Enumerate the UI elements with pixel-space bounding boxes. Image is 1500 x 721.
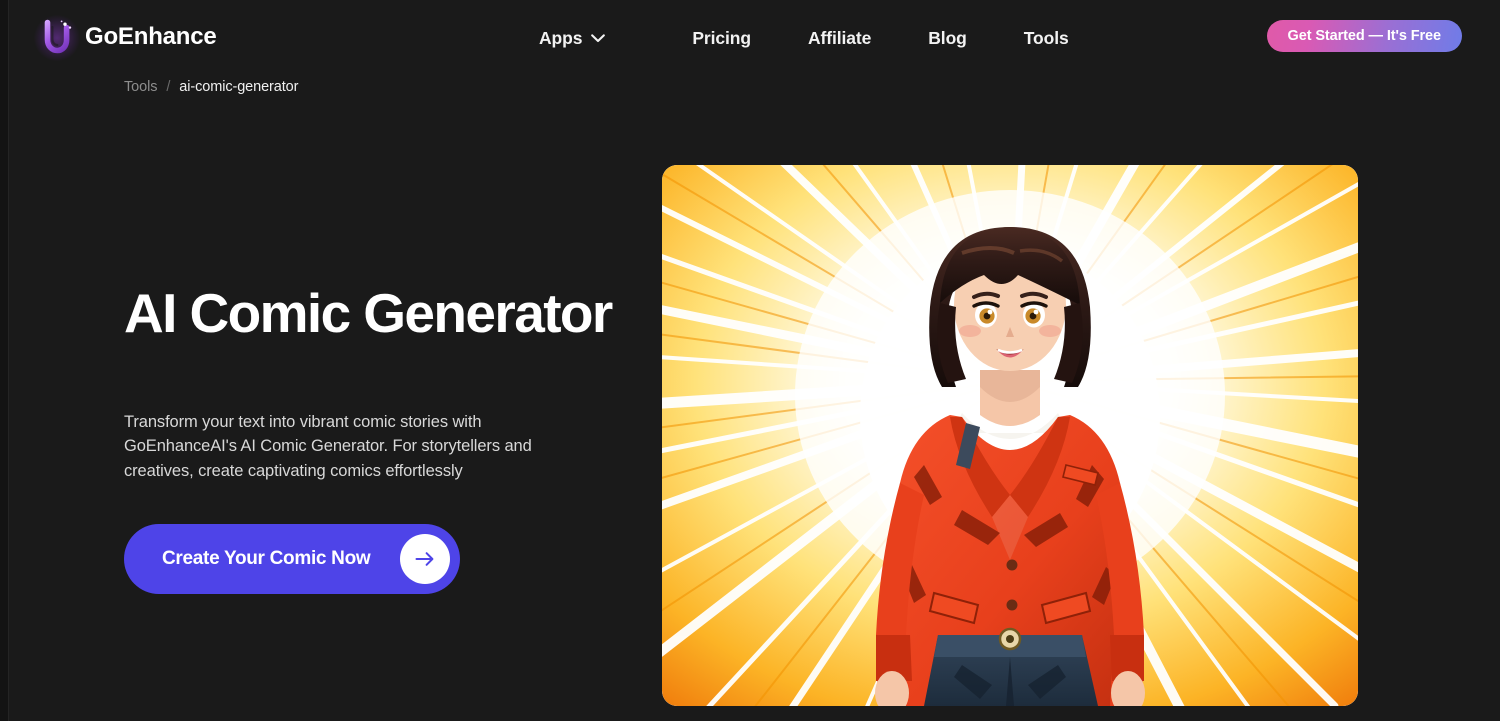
nav-item-blog[interactable]: Blog [909, 20, 985, 57]
site-header: GoEnhance Apps Pricing Affiliate Blog To… [0, 0, 1500, 76]
hero-description: Transform your text into vibrant comic s… [124, 412, 532, 480]
nav-item-apps[interactable]: Apps [520, 20, 624, 57]
arrow-right-icon [400, 534, 450, 585]
brand-logo[interactable]: GoEnhance [34, 15, 217, 61]
get-started-button[interactable]: Get Started — It's Free [1266, 20, 1462, 52]
page-root: GoEnhance Apps Pricing Affiliate Blog To… [0, 0, 1500, 721]
nav-item-pricing[interactable]: Pricing [673, 20, 770, 57]
brand-name: GoEnhance [85, 23, 217, 50]
nav-item-label: Apps [539, 27, 583, 48]
nav-item-affiliate[interactable]: Affiliate [789, 20, 890, 57]
nav-item-label: Pricing [692, 27, 751, 48]
nav-item-label: Affiliate [807, 27, 872, 48]
create-your-comic-button[interactable]: Create Your Comic Now [124, 524, 460, 595]
nav-item-label: Blog [928, 27, 967, 48]
main-navigation: Apps Pricing Affiliate Blog Tools [520, 0, 1088, 76]
hero-image [662, 165, 1358, 706]
chevron-down-icon [591, 33, 606, 43]
nav-item-tools[interactable]: Tools [1005, 20, 1088, 57]
breadcrumb-separator: / [166, 79, 171, 95]
breadcrumb-item-current: ai-comic-generator [179, 79, 299, 95]
breadcrumb: Tools / ai-comic-generator [124, 79, 298, 95]
page-title: AI Comic Generator [124, 282, 613, 344]
create-your-comic-label: Create Your Comic Now [162, 548, 371, 570]
goenhance-u-logo-icon [34, 15, 80, 61]
breadcrumb-item-tools[interactable]: Tools [124, 79, 157, 95]
page-left-edge [0, 0, 9, 721]
hero-content: AI Comic Generator Transform your text i… [124, 282, 634, 595]
nav-item-label: Tools [1023, 27, 1069, 48]
